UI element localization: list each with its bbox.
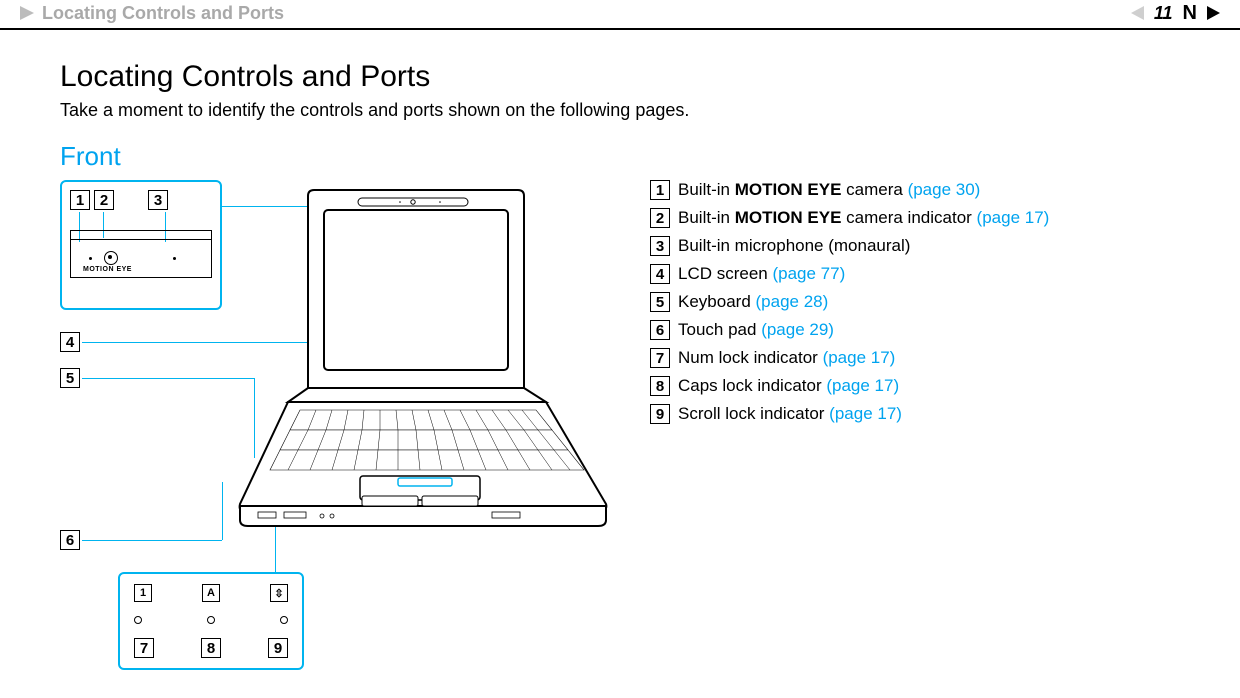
legend-item: 2Built-in MOTION EYE camera indicator (p… <box>650 208 1180 228</box>
page-link[interactable]: (page 29) <box>761 320 834 339</box>
page-link[interactable]: (page 17) <box>829 404 902 423</box>
indicator-detail-callout: 1 A ⇳ 7 8 9 <box>118 572 304 670</box>
callout-num-8: 8 <box>201 638 221 658</box>
legend-item: 7Num lock indicator (page 17) <box>650 348 1180 368</box>
page-link[interactable]: (page 17) <box>823 348 896 367</box>
page-link[interactable]: (page 30) <box>908 180 981 199</box>
callout-num-2: 2 <box>94 190 114 210</box>
legend-item: 1Built-in MOTION EYE camera (page 30) <box>650 180 1180 200</box>
camera-lens-icon <box>104 251 118 265</box>
content-area: Locating Controls and Ports Take a momen… <box>0 30 1240 660</box>
indicator-dot-icon <box>89 257 92 260</box>
legend-item: 5Keyboard (page 28) <box>650 292 1180 312</box>
breadcrumb-bullet-icon <box>20 6 34 20</box>
main-row: 1 2 3 MOTION EYE <box>60 180 1180 660</box>
legend-list: 1Built-in MOTION EYE camera (page 30) 2B… <box>650 180 1180 432</box>
page-link[interactable]: (page 17) <box>977 208 1050 227</box>
callout-num-9: 9 <box>268 638 288 658</box>
leader-5h <box>82 378 254 379</box>
nav-next-icon[interactable] <box>1207 6 1220 20</box>
page-link[interactable]: (page 77) <box>772 264 845 283</box>
breadcrumb-text: Locating Controls and Ports <box>42 3 284 24</box>
scrolllock-icon: ⇳ <box>270 584 288 602</box>
leader-6h <box>82 540 222 541</box>
indicator-led-icon <box>280 616 288 624</box>
page-link[interactable]: (page 28) <box>756 292 829 311</box>
microphone-dot-icon <box>173 257 176 260</box>
callout-num-3: 3 <box>148 190 168 210</box>
legend-item: 8Caps lock indicator (page 17) <box>650 376 1180 396</box>
section-heading: Front <box>60 141 1180 172</box>
indicator-led-icon <box>207 616 215 624</box>
page-title: Locating Controls and Ports <box>60 60 1180 94</box>
page-number: 11 <box>1154 3 1173 24</box>
legend-item: 3Built-in microphone (monaural) <box>650 236 1180 256</box>
nav-n-label: N <box>1183 2 1197 25</box>
motion-eye-label: MOTION EYE <box>83 266 132 273</box>
breadcrumb: Locating Controls and Ports <box>20 3 284 24</box>
page-header: Locating Controls and Ports 11 N <box>0 0 1240 30</box>
indicator-led-icon <box>134 616 142 624</box>
legend-item: 6Touch pad (page 29) <box>650 320 1180 340</box>
capslock-icon: A <box>202 584 220 602</box>
camera-detail-callout: 1 2 3 MOTION EYE <box>60 180 222 310</box>
page-link[interactable]: (page 17) <box>826 376 899 395</box>
leader-6v <box>222 482 223 540</box>
callout-num-7: 7 <box>134 638 154 658</box>
callout-num-4: 4 <box>60 332 80 352</box>
callout-num-6: 6 <box>60 530 80 550</box>
diagram-area: 1 2 3 MOTION EYE <box>60 180 620 660</box>
callout-num-1: 1 <box>70 190 90 210</box>
legend-item: 4LCD screen (page 77) <box>650 264 1180 284</box>
header-nav: 11 N <box>1131 2 1220 25</box>
callout-num-5: 5 <box>60 368 80 388</box>
nav-prev-icon[interactable] <box>1131 6 1144 20</box>
numlock-icon: 1 <box>134 584 152 602</box>
laptop-illustration <box>238 188 608 528</box>
camera-strip: MOTION EYE <box>70 230 212 278</box>
intro-text: Take a moment to identify the controls a… <box>60 100 1180 121</box>
legend-item: 9Scroll lock indicator (page 17) <box>650 404 1180 424</box>
